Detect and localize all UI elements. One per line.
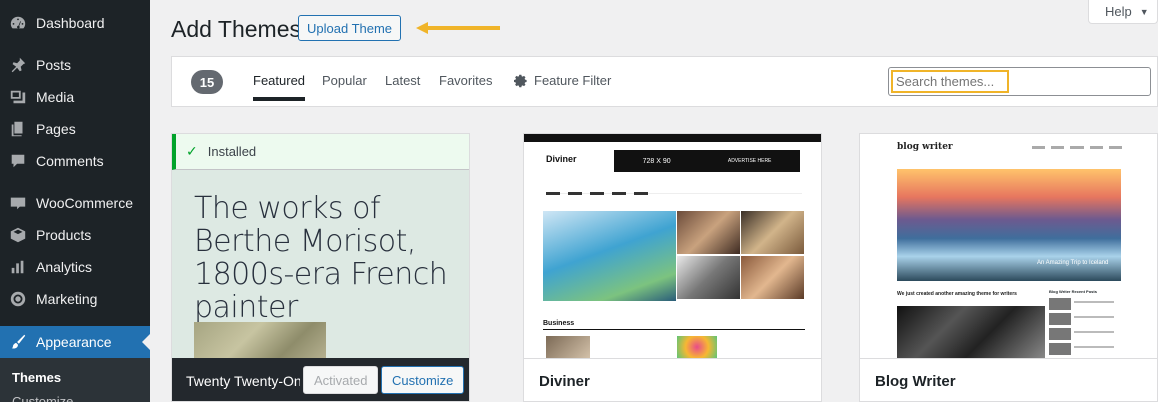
- sidebar-item-posts[interactable]: Posts: [0, 49, 150, 81]
- sidebar-item-label: Dashboard: [36, 15, 105, 31]
- dashboard-icon: [0, 14, 36, 32]
- sidebar-item-appearance[interactable]: Appearance: [0, 326, 150, 358]
- preview-hero-image: [543, 211, 676, 301]
- tab-latest[interactable]: Latest: [385, 73, 420, 88]
- installed-notice: ✓ Installed: [172, 134, 469, 170]
- bar-chart-icon: [0, 258, 36, 276]
- sidebar-item-products[interactable]: Products: [0, 219, 150, 251]
- page-title: Add Themes: [171, 16, 301, 42]
- preview-section-title: Business: [543, 320, 575, 327]
- preview-section-divider: [543, 329, 805, 330]
- help-label: Help: [1105, 4, 1132, 19]
- preview-logo: blog writer: [897, 142, 953, 152]
- feature-filter-button[interactable]: Feature Filter: [514, 73, 611, 88]
- checkmark-icon: ✓: [186, 143, 198, 159]
- paintbrush-icon: [0, 333, 36, 351]
- sidebar-item-woocommerce[interactable]: WooCommerce: [0, 187, 150, 219]
- sidebar-item-media[interactable]: Media: [0, 81, 150, 113]
- preview-logo: Diviner: [546, 154, 577, 164]
- admin-sidebar: Dashboard Posts Media Pages Comments Woo…: [0, 0, 150, 402]
- sidebar-item-label: Media: [36, 89, 75, 105]
- sidebar-item-label: WooCommerce: [36, 195, 133, 211]
- installed-label: Installed: [207, 144, 257, 159]
- sidebar-item-label: Pages: [36, 121, 76, 137]
- gear-icon: [514, 74, 527, 87]
- upload-theme-button[interactable]: Upload Theme: [298, 15, 402, 41]
- theme-card-twenty-twenty-one[interactable]: ✓ Installed The works of Berthe Morisot,…: [171, 133, 470, 402]
- preview-post-image: [897, 306, 1045, 358]
- sidebar-item-dashboard[interactable]: Dashboard: [0, 7, 150, 39]
- sidebar-item-label: Marketing: [36, 291, 98, 307]
- woocommerce-icon: [0, 194, 36, 212]
- theme-card-diviner[interactable]: Diviner 728 X 90 ADVERTISE HERE Business…: [523, 133, 822, 402]
- feature-filter-label: Feature Filter: [534, 73, 612, 88]
- arrow-annotation-icon: [416, 22, 500, 34]
- pin-icon: [0, 56, 36, 74]
- preview-sidebar: Blog Writer Recent Posts: [1049, 289, 1121, 358]
- preview-ad-banner: 728 X 90 ADVERTISE HERE: [614, 150, 800, 172]
- preview-topbar: [524, 134, 821, 142]
- megaphone-icon: [0, 290, 36, 308]
- theme-screenshot: blog writer An Amazing Trip to Iceland W…: [860, 134, 1157, 358]
- sidebar-item-label: Appearance: [36, 334, 112, 350]
- preview-thumb: [741, 211, 804, 254]
- sidebar-item-marketing[interactable]: Marketing: [0, 283, 150, 315]
- preview-thumb: [677, 256, 740, 299]
- theme-preview-painting: [194, 322, 326, 362]
- preview-thumb: [677, 211, 740, 254]
- box-icon: [0, 226, 36, 244]
- preview-item-thumb: [677, 336, 717, 358]
- search-themes-input[interactable]: [891, 70, 1009, 93]
- activated-button: Activated: [303, 366, 379, 394]
- preview-nav: [546, 182, 802, 195]
- preview-sidebar-title: Blog Writer Recent Posts: [1049, 289, 1097, 294]
- sidebar-item-label: Posts: [36, 57, 72, 73]
- theme-name: Twenty Twenty-One: [186, 372, 300, 389]
- theme-name: Diviner: [524, 358, 821, 401]
- preview-thumb: [741, 256, 804, 299]
- theme-screenshot: Diviner 728 X 90 ADVERTISE HERE Business: [524, 134, 821, 358]
- comment-icon: [0, 152, 36, 170]
- submenu-item-customize[interactable]: Customize: [12, 394, 73, 402]
- search-field-wrapper: [888, 67, 1151, 96]
- tab-popular[interactable]: Popular: [322, 73, 367, 88]
- sidebar-item-label: Products: [36, 227, 92, 243]
- theme-filter-bar: 15 Featured Popular Latest Favorites Fea…: [171, 56, 1158, 107]
- preview-item-thumb: [546, 336, 590, 358]
- preview-ad-label: ADVERTISE HERE: [727, 158, 772, 164]
- sidebar-item-analytics[interactable]: Analytics: [0, 251, 150, 283]
- theme-count-badge: 15: [191, 70, 223, 94]
- tab-favorites[interactable]: Favorites: [439, 73, 492, 88]
- sidebar-item-label: Comments: [36, 153, 104, 169]
- media-icon: [0, 88, 36, 106]
- theme-actions-bar: Twenty Twenty-One Activated Customize: [172, 358, 469, 401]
- theme-preview-heading: The works of Berthe Morisot, 1800s-era F…: [194, 191, 448, 325]
- theme-card-blog-writer[interactable]: blog writer An Amazing Trip to Iceland W…: [859, 133, 1158, 402]
- sidebar-item-comments[interactable]: Comments: [0, 145, 150, 177]
- preview-hero-caption: An Amazing Trip to Iceland: [1037, 260, 1109, 266]
- caret-down-icon: ▼: [1139, 6, 1149, 17]
- pages-icon: [0, 120, 36, 138]
- preview-post-title: We just created another amazing theme fo…: [897, 291, 1017, 297]
- tab-featured[interactable]: Featured: [253, 73, 306, 101]
- theme-name: Blog Writer: [860, 358, 1157, 401]
- preview-ad-size: 728 X 90: [642, 157, 671, 165]
- sidebar-item-label: Analytics: [36, 259, 93, 275]
- help-tab[interactable]: Help ▼: [1088, 0, 1158, 24]
- submenu-item-themes[interactable]: Themes: [12, 370, 61, 385]
- customize-button[interactable]: Customize: [381, 366, 465, 394]
- sidebar-item-pages[interactable]: Pages: [0, 113, 150, 145]
- preview-nav: [1032, 146, 1123, 149]
